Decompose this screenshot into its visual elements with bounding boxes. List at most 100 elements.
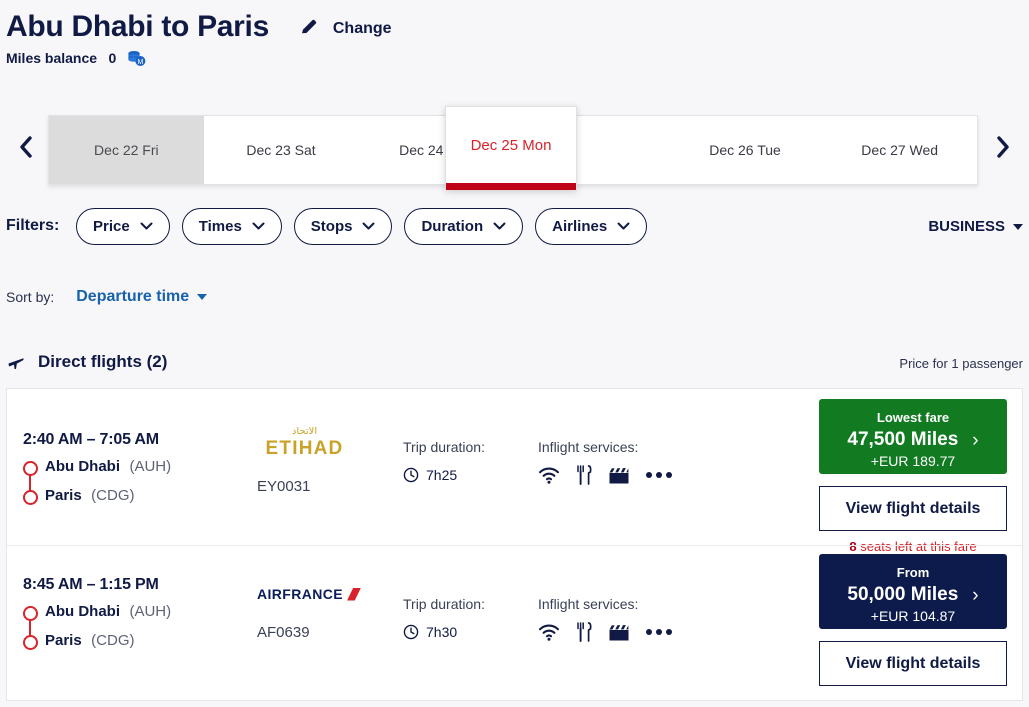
date-tab-dec-27[interactable]: Dec 27 Wed	[822, 116, 978, 184]
inflight-services-column: Inflight services:	[538, 439, 672, 485]
date-tab-dec-23[interactable]: Dec 23 Sat	[203, 116, 359, 184]
service-icon-list	[538, 465, 672, 485]
filters-label: Filters:	[6, 217, 60, 234]
section-title: Direct flights (2)	[6, 352, 1023, 372]
wifi-icon	[538, 624, 560, 641]
fare-cash: +EUR 189.77	[870, 453, 956, 469]
route-stops: Abu Dhabi (AUH) Paris (CDG)	[23, 602, 243, 660]
view-flight-details-button[interactable]: View flight details	[819, 641, 1007, 686]
svg-text:M: M	[137, 59, 143, 66]
destination-code: (CDG)	[91, 487, 135, 504]
clock-icon	[403, 624, 419, 640]
more-services-icon[interactable]	[646, 472, 672, 478]
destination-city: Paris	[45, 487, 82, 504]
filter-label: Stops	[310, 218, 353, 235]
sort-by-value[interactable]: Departure time	[76, 288, 189, 306]
etihad-wordmark: ETIHAD	[265, 438, 344, 459]
filter-label: Duration	[421, 218, 484, 235]
trip-duration-value-wrap: 7h30	[403, 624, 485, 640]
next-dates-button[interactable]	[985, 129, 1021, 165]
etihad-logo: الاتحاد ETIHAD	[257, 427, 387, 458]
date-tab-label: Dec 23 Sat	[246, 142, 316, 158]
meal-icon	[577, 465, 592, 485]
direct-flights-header: Direct flights (2) Price for 1 passenger	[6, 352, 1023, 384]
flight-number: AF0639	[257, 624, 310, 641]
view-flight-details-button[interactable]: View flight details	[819, 486, 1007, 531]
inflight-services-column: Inflight services:	[538, 596, 672, 642]
destination-code: (CDG)	[91, 632, 135, 649]
filter-times-button[interactable]: Times	[181, 208, 282, 245]
date-tab-label: Dec 25 Mon	[470, 137, 552, 154]
movie-icon	[609, 467, 629, 483]
caret-down-icon	[1013, 223, 1023, 230]
filter-label: Times	[198, 218, 242, 235]
fare-main: 50,000 Miles ›	[819, 584, 1007, 606]
price-passenger-note: Price for 1 passenger	[899, 356, 1023, 371]
trip-duration-label: Trip duration:	[403, 439, 485, 455]
flight-times-column: 2:40 AM – 7:05 AM Abu Dhabi (AUH) Paris …	[23, 431, 243, 515]
cabin-class-label: BUSINESS	[928, 218, 1005, 235]
trip-duration-column: Trip duration: 7h25	[403, 439, 485, 483]
trip-duration-value-wrap: 7h25	[403, 467, 485, 483]
air-france-logo: AIRFRANCE	[257, 586, 387, 602]
date-tab-dec-25-selected[interactable]: Dec 25 Mon	[445, 106, 577, 190]
trip-duration-value: 7h30	[426, 624, 458, 640]
filter-stops-button[interactable]: Stops	[293, 208, 393, 245]
view-details-label: View flight details	[845, 654, 981, 672]
section-title-text: Direct flights (2)	[38, 352, 168, 371]
inflight-services-label: Inflight services:	[538, 439, 639, 455]
pencil-icon	[299, 17, 319, 42]
select-fare-button[interactable]: Lowest fare 47,500 Miles › +EUR 189.77	[819, 399, 1007, 474]
date-tab-label: Dec 22 Fri	[94, 142, 159, 158]
more-services-icon[interactable]	[646, 629, 672, 635]
miles-balance-value: 0	[108, 50, 117, 66]
destination-stop: Paris (CDG)	[23, 631, 243, 660]
date-selector-strip: Dec 22 Fri Dec 23 Sat Dec 24 Sun Dec 26 …	[0, 106, 1029, 190]
wifi-icon	[538, 467, 560, 484]
view-details-label: View flight details	[845, 499, 981, 517]
chevron-down-icon	[362, 222, 375, 230]
trip-duration-value: 7h25	[426, 467, 458, 483]
origin-code: (AUH)	[129, 458, 172, 475]
fare-tag: From	[896, 565, 930, 580]
airline-column: الاتحاد ETIHAD EY0031	[257, 427, 387, 495]
date-tab-dec-22[interactable]: Dec 22 Fri	[49, 116, 204, 184]
origin-city: Abu Dhabi	[45, 458, 120, 475]
filter-airlines-button[interactable]: Airlines	[535, 208, 648, 245]
sort-bar: Sort by: Departure time	[6, 288, 208, 306]
date-tab-label: Dec 27 Wed	[861, 142, 939, 158]
fare-main: 47,500 Miles ›	[819, 429, 1007, 451]
date-tab-dec-26[interactable]: Dec 26 Tue	[667, 116, 823, 184]
chevron-down-icon	[252, 222, 265, 230]
destination-city: Paris	[45, 632, 82, 649]
change-label: Change	[332, 20, 392, 37]
fare-miles: 50,000 Miles	[847, 584, 959, 605]
fare-column: Lowest fare 47,500 Miles › +EUR 189.77 V…	[819, 399, 1007, 554]
filter-duration-button[interactable]: Duration	[404, 208, 524, 245]
filter-label: Airlines	[552, 218, 608, 235]
sort-by-label: Sort by:	[6, 289, 55, 305]
flight-time-range: 2:40 AM – 7:05 AM	[23, 431, 159, 448]
filter-price-button[interactable]: Price	[76, 208, 170, 245]
destination-stop: Paris (CDG)	[23, 486, 243, 515]
air-france-wordmark: AIRFRANCE	[257, 586, 344, 602]
origin-city: Abu Dhabi	[45, 603, 120, 620]
air-france-slash-icon	[347, 587, 362, 601]
date-tabs: Dec 22 Fri Dec 23 Sat Dec 24 Sun Dec 26 …	[48, 106, 978, 190]
meal-icon	[577, 622, 592, 642]
page-header: Abu Dhabi to Paris Change Miles balance …	[6, 8, 392, 72]
fare-miles: 47,500 Miles	[847, 429, 959, 450]
page-title: Abu Dhabi to Paris	[6, 10, 269, 43]
fare-column: From 50,000 Miles › +EUR 104.87 View fli…	[819, 554, 1007, 686]
change-search-button[interactable]: Change	[299, 17, 392, 42]
flight-result-row[interactable]: 2:40 AM – 7:05 AM Abu Dhabi (AUH) Paris …	[7, 389, 1022, 554]
previous-dates-button[interactable]	[8, 129, 44, 165]
flight-results-list: 2:40 AM – 7:05 AM Abu Dhabi (AUH) Paris …	[6, 388, 1023, 701]
cabin-class-selector[interactable]: BUSINESS	[928, 218, 1023, 235]
trip-duration-column: Trip duration: 7h30	[403, 596, 485, 640]
select-fare-button[interactable]: From 50,000 Miles › +EUR 104.87	[819, 554, 1007, 629]
service-icon-list	[538, 622, 672, 642]
airline-column: AIRFRANCE AF0639	[257, 586, 387, 641]
flight-number: EY0031	[257, 478, 311, 495]
flight-result-row[interactable]: 8:45 AM – 1:15 PM Abu Dhabi (AUH) Paris …	[7, 545, 1022, 701]
